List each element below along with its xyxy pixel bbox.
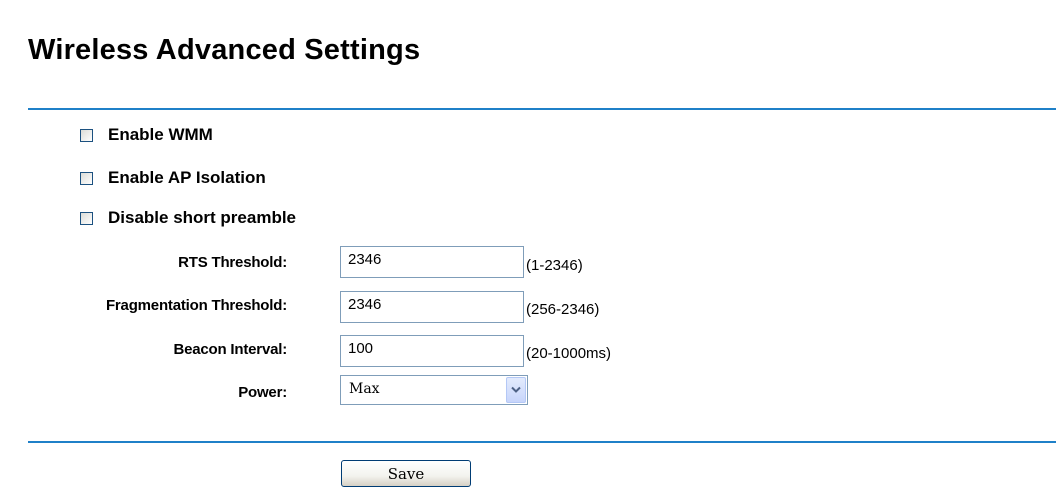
enable-wmm-label[interactable]: Enable WMM [108, 125, 213, 145]
page-title: Wireless Advanced Settings [28, 34, 421, 66]
fragmentation-threshold-range: (256-2346) [526, 301, 600, 318]
disable-short-preamble-checkbox[interactable] [80, 211, 93, 225]
chevron-down-icon[interactable] [506, 377, 526, 403]
beacon-interval-input[interactable] [340, 335, 524, 367]
top-divider [28, 108, 1056, 110]
save-button[interactable]: Save [341, 460, 471, 487]
rts-threshold-range: (1-2346) [526, 257, 583, 274]
enable-wmm-checkbox[interactable] [80, 128, 93, 142]
beacon-interval-label: Beacon Interval: [173, 341, 287, 358]
ap-isolation-option: Enable AP Isolation [80, 167, 266, 189]
rts-threshold-label: RTS Threshold: [178, 254, 287, 271]
fragmentation-threshold-label: Fragmentation Threshold: [105, 297, 287, 314]
power-select-value: Max [349, 381, 380, 397]
disable-short-preamble-label[interactable]: Disable short preamble [108, 208, 296, 228]
beacon-interval-range: (20-1000ms) [526, 345, 612, 362]
fragmentation-threshold-input[interactable] [340, 291, 524, 323]
short-preamble-option: Disable short preamble [80, 207, 296, 229]
enable-ap-isolation-checkbox[interactable] [80, 171, 93, 185]
power-select[interactable]: Max [340, 375, 528, 405]
power-label: Power: [238, 384, 287, 401]
rts-threshold-input[interactable] [340, 246, 524, 278]
wmm-option: Enable WMM [80, 124, 213, 146]
enable-ap-isolation-label[interactable]: Enable AP Isolation [108, 168, 266, 188]
bottom-divider [28, 441, 1056, 443]
